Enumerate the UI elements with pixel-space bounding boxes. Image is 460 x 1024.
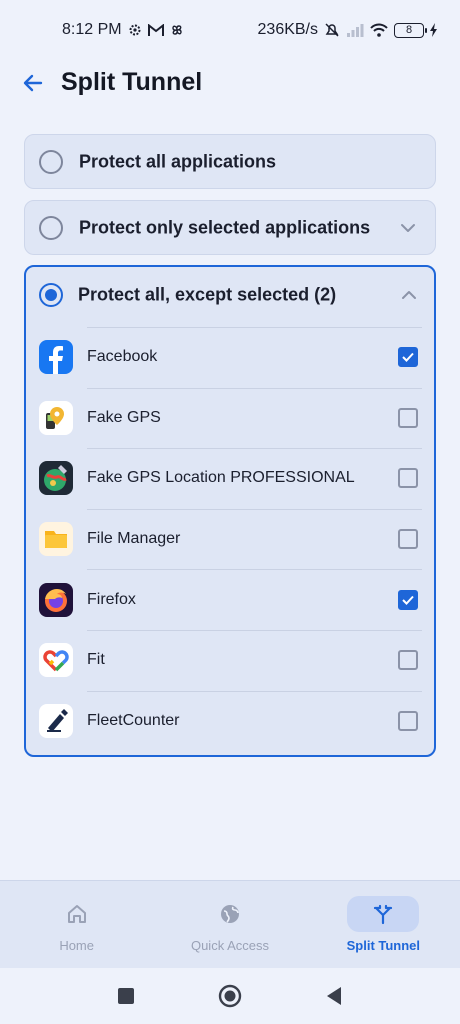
app-row-fake-gps[interactable]: Fake GPS (26, 387, 434, 449)
circle-icon (218, 984, 242, 1008)
radio-protect-all[interactable] (39, 149, 63, 174)
checkbox-facebook[interactable] (398, 347, 418, 368)
status-time: 8:12 PM (62, 21, 122, 38)
fit-heart-icon (39, 643, 73, 678)
firefox-icon (39, 582, 73, 617)
checkbox-fit[interactable] (398, 650, 418, 671)
checkbox-firefox[interactable] (398, 589, 418, 610)
app-name: Fake GPS Location PROFESSIONAL (87, 469, 355, 487)
settings-gear-icon (128, 23, 142, 37)
status-left: 8:12 PM (62, 21, 184, 39)
app-row-fit[interactable]: Fit (26, 629, 434, 691)
charging-icon (430, 23, 438, 37)
app-name: File Manager (87, 530, 181, 548)
battery-icon: 8 (394, 22, 427, 38)
option-protect-all[interactable]: Protect all applications (24, 134, 436, 189)
signal-icon (346, 23, 364, 37)
option-label: Protect only selected applications (79, 217, 371, 237)
app-name: Firefox (87, 590, 136, 608)
nav-home[interactable]: Home (0, 881, 153, 968)
fake-gps-icon (39, 400, 73, 435)
triangle-back-icon (327, 987, 341, 1005)
status-right: 236KB/s 8 (258, 21, 438, 39)
home-icon (67, 905, 86, 923)
checkbox-file-manager[interactable] (398, 529, 418, 550)
chevron-down-icon[interactable] (399, 219, 417, 237)
nav-label: Home (59, 938, 94, 953)
fake-gps-pro-icon (39, 461, 73, 496)
radio-protect-except[interactable] (39, 283, 63, 307)
arrow-left-icon (23, 74, 43, 92)
checkbox-fake-gps[interactable] (398, 407, 418, 428)
nav-label: Quick Access (190, 938, 269, 953)
facebook-icon (39, 340, 73, 375)
app-row-fake-gps-pro[interactable]: Fake GPS Location PROFESSIONAL (26, 448, 434, 509)
option-except-header[interactable]: Protect all, except selected (2) (26, 267, 434, 323)
battery-level: 8 (405, 24, 413, 36)
radio-protect-selected[interactable] (39, 215, 63, 240)
network-speed: 236KB/s (257, 21, 318, 38)
nav-quick-access[interactable]: Quick Access (153, 881, 306, 968)
app-row-file-manager[interactable]: File Manager (26, 508, 434, 570)
option-label: Protect all, except selected (2) (78, 284, 337, 305)
back-nav-button[interactable] (322, 984, 346, 1008)
chevron-up-icon[interactable] (400, 286, 418, 304)
app-name: Facebook (87, 348, 158, 366)
option-protect-selected[interactable]: Protect only selected applications (24, 200, 436, 255)
app-row-firefox[interactable]: Firefox (26, 569, 434, 630)
gmail-icon (147, 23, 164, 37)
app-row-fleetcounter[interactable]: FleetCounter (26, 690, 434, 752)
page-title: Split Tunnel (61, 68, 203, 96)
home-button[interactable] (218, 984, 242, 1008)
fleetcounter-icon (39, 703, 73, 738)
pinwheel-icon (170, 23, 184, 37)
wifi-icon (370, 23, 388, 37)
split-icon (374, 904, 393, 925)
app-header: Split Tunnel (0, 60, 460, 106)
back-button[interactable] (18, 68, 48, 98)
option-protect-except-selected: Protect all, except selected (2) Faceboo… (24, 265, 436, 757)
folder-icon (39, 522, 73, 557)
app-row-facebook[interactable]: Facebook (26, 327, 434, 388)
globe-icon (220, 905, 239, 923)
app-name: FleetCounter (87, 711, 180, 729)
nav-quick-access-pill (194, 896, 266, 932)
bottom-nav: Home Quick Access Split Tunnel (0, 880, 460, 968)
nav-split-tunnel[interactable]: Split Tunnel (307, 881, 460, 968)
app-name: Fake GPS (87, 408, 161, 426)
recents-button[interactable] (114, 984, 138, 1008)
system-nav-bar (0, 968, 460, 1024)
mute-icon (324, 22, 340, 38)
square-icon (118, 988, 134, 1004)
app-name: Fit (87, 651, 105, 669)
nav-home-pill (41, 896, 113, 932)
checkbox-fleetcounter[interactable] (398, 710, 418, 731)
checkbox-fake-gps-pro[interactable] (398, 468, 418, 489)
nav-label: Split Tunnel (346, 938, 421, 953)
option-label: Protect all applications (79, 151, 277, 171)
status-bar: 8:12 PM 236KB/s 8 (0, 0, 460, 60)
nav-split-tunnel-pill (347, 896, 420, 932)
app-list: Facebook Fake GPS Fake GPS Location PROF… (26, 327, 434, 751)
